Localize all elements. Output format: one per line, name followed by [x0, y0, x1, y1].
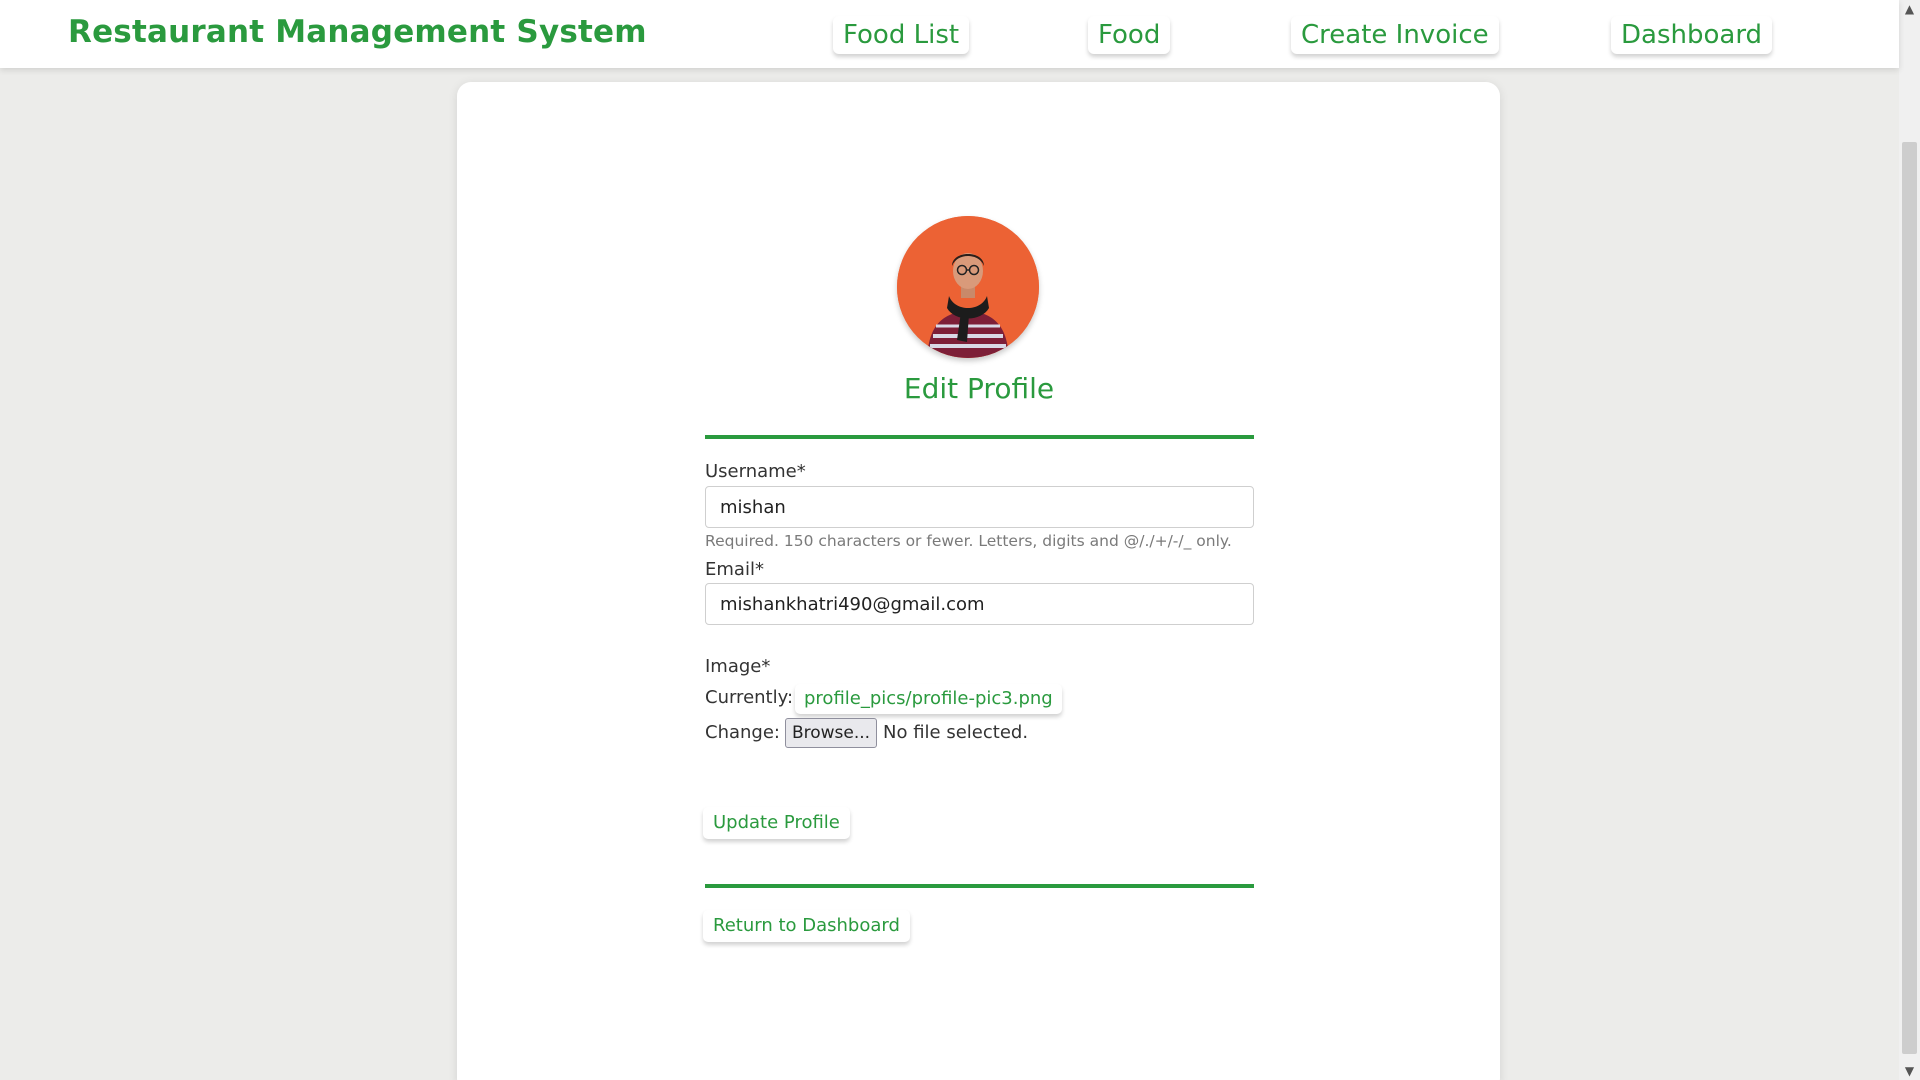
nav-dashboard[interactable]: Dashboard: [1611, 16, 1773, 54]
no-file-text: No file selected.: [883, 722, 1029, 743]
scroll-down-arrow-icon[interactable]: ▼: [1899, 1062, 1920, 1080]
nav-food[interactable]: Food: [1088, 16, 1171, 54]
title-divider: [705, 435, 1254, 439]
change-label: Change:: [705, 722, 780, 743]
page-title: Edit Profile: [903, 372, 1055, 405]
username-input[interactable]: [705, 486, 1254, 528]
email-label: Email*: [705, 559, 764, 580]
email-input[interactable]: [705, 583, 1254, 625]
username-help-text: Required. 150 characters or fewer. Lette…: [705, 532, 1232, 550]
currently-label: Currently:: [705, 687, 794, 708]
scroll-thumb[interactable]: [1902, 142, 1917, 1054]
nav-create-invoice[interactable]: Create Invoice: [1291, 16, 1499, 54]
page: Restaurant Management System Food List F…: [0, 0, 1920, 1080]
scrollbar[interactable]: ▲ ▼: [1899, 0, 1920, 1080]
current-file-link[interactable]: profile_pics/profile-pic3.png: [795, 684, 1062, 714]
person-photo-icon: [897, 216, 1039, 358]
image-label: Image*: [705, 656, 771, 677]
nav-food-list[interactable]: Food List: [833, 16, 970, 54]
avatar: [897, 216, 1039, 358]
return-to-dashboard-button[interactable]: Return to Dashboard: [703, 910, 910, 942]
username-label: Username*: [705, 461, 806, 482]
navbar: Restaurant Management System Food List F…: [0, 0, 1899, 68]
update-profile-button[interactable]: Update Profile: [703, 807, 850, 839]
brand-title[interactable]: Restaurant Management System: [68, 14, 647, 50]
browse-button[interactable]: Browse...: [785, 718, 877, 748]
scroll-up-arrow-icon[interactable]: ▲: [1899, 0, 1920, 18]
footer-divider: [705, 884, 1254, 888]
